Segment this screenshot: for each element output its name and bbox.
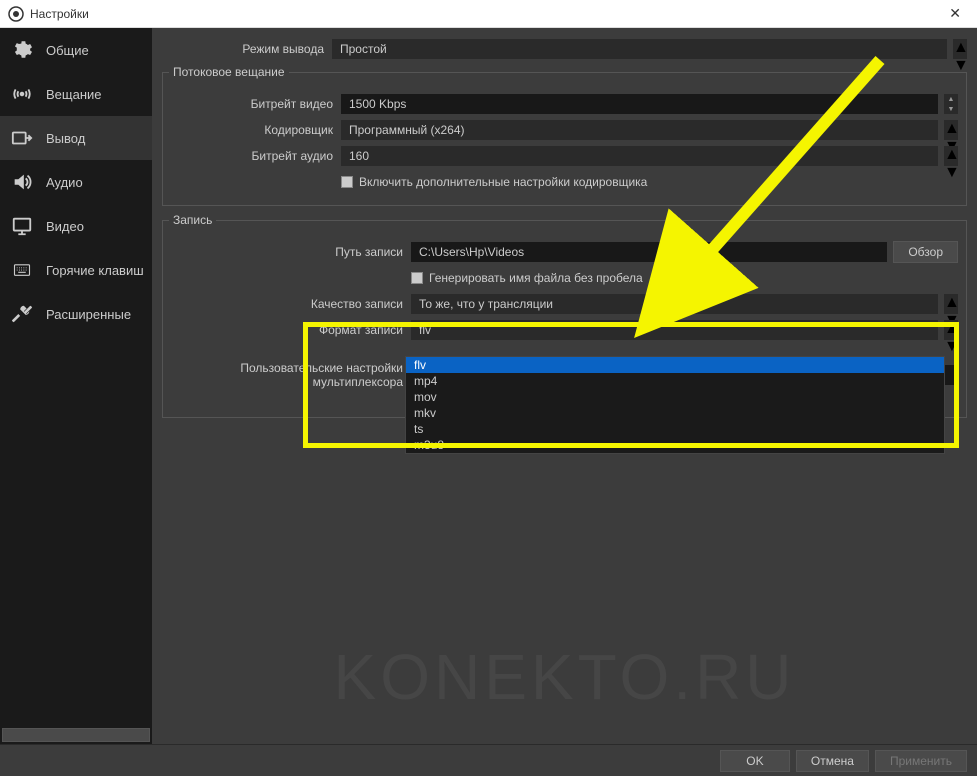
content-panel: Режим вывода Простой ▲▼ Потоковое вещани… [152,28,977,744]
close-button[interactable]: ✕ [941,5,969,22]
video-bitrate-label: Битрейт видео [171,97,341,111]
output-mode-label: Режим вывода [162,42,332,56]
format-dropdown: flv mp4 mov mkv ts m3u8 [405,356,945,454]
app-logo-icon [8,6,24,22]
recording-format-label: Формат записи [171,323,411,337]
sidebar-item-stream[interactable]: Вещание [0,72,152,116]
cancel-button[interactable]: Отмена [796,750,869,772]
sidebar-item-general[interactable]: Общие [0,28,152,72]
output-icon [8,126,36,150]
sidebar-item-audio[interactable]: Аудио [0,160,152,204]
mux-label: Пользовательские настройки мультиплексор… [171,361,411,389]
titlebar: Настройки ✕ [0,0,977,28]
encoder-label: Кодировщик [171,123,341,137]
no-space-checkbox[interactable] [411,272,423,284]
encoder-select[interactable]: Программный (x264) [341,120,938,140]
sidebar-label: Вещание [46,87,102,102]
audio-bitrate-select[interactable]: 160 [341,146,938,166]
video-bitrate-spinner[interactable]: ▲▼ [944,94,958,114]
monitor-icon [8,214,36,238]
tools-icon [8,302,36,326]
dropdown-option-flv[interactable]: flv [406,357,944,373]
ok-button[interactable]: OK [720,750,790,772]
select-spinner[interactable]: ▲▼ [944,294,958,314]
sidebar-label: Аудио [46,175,83,190]
select-spinner[interactable]: ▲▼ [944,146,958,166]
dropdown-option-m3u8[interactable]: m3u8 [406,437,944,453]
sidebar-label: Общие [46,43,89,58]
recording-path-input[interactable]: C:\Users\Hp\Videos [411,242,887,262]
sidebar-item-hotkeys[interactable]: Горячие клавиш [0,248,152,292]
sidebar: Общие Вещание Вывод Аудио Видео Горячие … [0,28,152,744]
sidebar-label: Вывод [46,131,85,146]
sidebar-item-output[interactable]: Вывод [0,116,152,160]
recording-quality-select[interactable]: То же, что у трансляции [411,294,938,314]
audio-bitrate-label: Битрейт аудио [171,149,341,163]
dropdown-option-mkv[interactable]: mkv [406,405,944,421]
sidebar-label: Видео [46,219,84,234]
output-mode-select[interactable]: Простой [332,39,947,59]
antenna-icon [8,82,36,106]
recording-format-select[interactable]: flv [411,320,938,340]
dropdown-option-mov[interactable]: mov [406,389,944,405]
sidebar-item-video[interactable]: Видео [0,204,152,248]
watermark-text: KONEKTO.RU [334,640,796,714]
footer: OK Отмена Применить [0,744,977,776]
apply-button[interactable]: Применить [875,750,967,772]
streaming-group-title: Потоковое вещание [169,65,289,79]
recording-path-label: Путь записи [171,245,411,259]
window-title: Настройки [30,7,941,21]
recording-quality-label: Качество записи [171,297,411,311]
sidebar-item-advanced[interactable]: Расширенные [0,292,152,336]
advanced-encoder-checkbox[interactable] [341,176,353,188]
no-space-label: Генерировать имя файла без пробела [429,271,643,285]
speaker-icon [8,170,36,194]
select-spinner[interactable]: ▲▼ [944,320,958,340]
gear-icon [8,38,36,62]
streaming-group: Потоковое вещание Битрейт видео 1500 Kbp… [162,72,967,206]
dropdown-option-mp4[interactable]: mp4 [406,373,944,389]
sidebar-label: Расширенные [46,307,131,322]
browse-button[interactable]: Обзор [893,241,958,263]
advanced-encoder-label: Включить дополнительные настройки кодиро… [359,175,647,189]
recording-group-title: Запись [169,213,216,227]
sidebar-label: Горячие клавиш [46,263,144,278]
select-spinner[interactable]: ▲▼ [953,39,967,59]
select-spinner[interactable]: ▲▼ [944,120,958,140]
keyboard-icon [8,258,36,282]
sidebar-scrollbar[interactable] [2,728,150,742]
dropdown-option-ts[interactable]: ts [406,421,944,437]
video-bitrate-input[interactable]: 1500 Kbps [341,94,938,114]
